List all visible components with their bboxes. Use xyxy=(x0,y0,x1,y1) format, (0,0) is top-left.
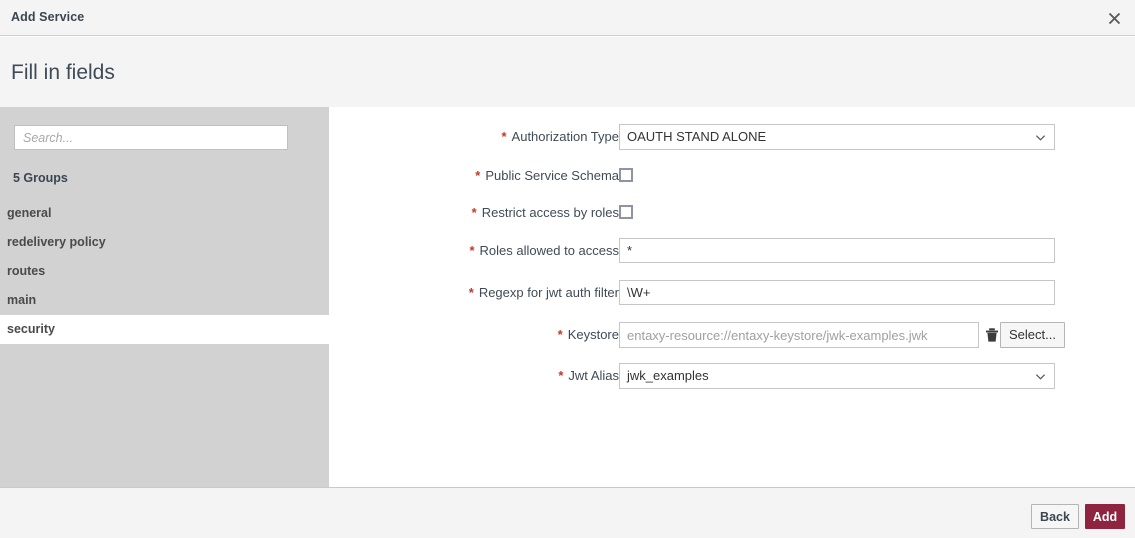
sidebar-item-redelivery-policy[interactable]: redelivery policy xyxy=(0,228,329,257)
form-row-keystore: * Keystore Select... xyxy=(329,322,1135,352)
required-marker: * xyxy=(475,168,480,183)
label-roles-allowed-to-access: * Roles allowed to access xyxy=(469,238,619,264)
form-row-authorization-type: * Authorization Type OAUTH STAND ALONE xyxy=(329,124,1135,154)
control-public-service-schema xyxy=(619,163,633,182)
form-row-roles-allowed-to-access: * Roles allowed to access xyxy=(329,238,1135,268)
label-regexp-for-jwt-auth-filter: * Regexp for jwt auth filter xyxy=(469,280,619,306)
restrict-access-by-roles-checkbox[interactable] xyxy=(619,205,633,219)
window-title: Add Service xyxy=(11,10,84,24)
label-keystore: * Keystore xyxy=(558,322,619,348)
sidebar-item-label: redelivery policy xyxy=(7,235,106,249)
control-roles-allowed-to-access xyxy=(619,238,1055,263)
required-marker: * xyxy=(472,205,477,220)
keystore-input[interactable] xyxy=(619,322,979,348)
trash-icon[interactable] xyxy=(983,326,1001,344)
label-authorization-type: * Authorization Type xyxy=(501,124,619,150)
add-button[interactable]: Add xyxy=(1085,504,1125,529)
label-text: Regexp for jwt auth filter xyxy=(479,285,619,300)
control-keystore: Select... xyxy=(619,322,1055,348)
window-titlebar: Add Service xyxy=(0,0,1135,36)
form-row-public-service-schema: * Public Service Schema xyxy=(329,163,1135,193)
required-marker: * xyxy=(469,243,474,258)
dialog-body: 5 Groups general redelivery policy route… xyxy=(0,107,1135,487)
label-text: Authorization Type xyxy=(512,129,619,144)
chevron-down-icon xyxy=(1035,371,1046,382)
sidebar-item-label: main xyxy=(7,293,36,307)
sidebar-item-label: routes xyxy=(7,264,45,278)
group-list: general redelivery policy routes main se… xyxy=(0,199,329,344)
label-public-service-schema: * Public Service Schema xyxy=(475,163,619,189)
label-text: Public Service Schema xyxy=(485,168,619,183)
label-jwt-alias: * Jwt Alias xyxy=(558,363,619,389)
jwt-alias-value: jwk_examples xyxy=(627,364,709,388)
control-restrict-access-by-roles xyxy=(619,200,633,219)
authorization-type-select[interactable]: OAUTH STAND ALONE xyxy=(619,124,1055,150)
form-row-regexp-for-jwt-auth-filter: * Regexp for jwt auth filter xyxy=(329,280,1135,310)
control-authorization-type: OAUTH STAND ALONE xyxy=(619,124,1055,150)
form-row-restrict-access-by-roles: * Restrict access by roles xyxy=(329,200,1135,230)
sidebar-item-security[interactable]: security xyxy=(0,315,329,344)
label-text: Jwt Alias xyxy=(568,368,619,383)
regexp-for-jwt-auth-filter-input[interactable] xyxy=(619,280,1055,305)
control-regexp-for-jwt-auth-filter xyxy=(619,280,1055,305)
required-marker: * xyxy=(558,368,563,383)
keystore-field-group: Select... xyxy=(619,322,1055,348)
sidebar-item-general[interactable]: general xyxy=(0,199,329,228)
page-subheader: Fill in fields xyxy=(0,37,1135,107)
public-service-schema-checkbox[interactable] xyxy=(619,168,633,182)
groups-sidebar: 5 Groups general redelivery policy route… xyxy=(0,107,329,487)
sidebar-item-label: general xyxy=(7,206,51,220)
close-icon[interactable] xyxy=(1101,6,1127,30)
control-jwt-alias: jwk_examples xyxy=(619,363,1055,389)
page-title: Fill in fields xyxy=(11,61,115,85)
jwt-alias-select[interactable]: jwk_examples xyxy=(619,363,1055,389)
back-button[interactable]: Back xyxy=(1031,504,1079,529)
form-row-jwt-alias: * Jwt Alias jwk_examples xyxy=(329,363,1135,393)
required-marker: * xyxy=(501,129,506,144)
search-input[interactable] xyxy=(14,125,288,150)
required-marker: * xyxy=(469,285,474,300)
sidebar-search-section: 5 Groups xyxy=(0,107,329,193)
service-form: * Authorization Type OAUTH STAND ALONE * P… xyxy=(329,107,1135,487)
sidebar-item-main[interactable]: main xyxy=(0,286,329,315)
label-restrict-access-by-roles: * Restrict access by roles xyxy=(472,200,619,226)
label-text: Restrict access by roles xyxy=(482,205,619,220)
chevron-down-icon xyxy=(1035,132,1046,143)
required-marker: * xyxy=(558,327,563,342)
sidebar-item-label: security xyxy=(7,322,55,336)
roles-allowed-to-access-input[interactable] xyxy=(619,238,1055,263)
authorization-type-value: OAUTH STAND ALONE xyxy=(627,125,766,149)
label-text: Roles allowed to access xyxy=(480,243,619,258)
sidebar-item-routes[interactable]: routes xyxy=(0,257,329,286)
label-text: Keystore xyxy=(568,327,619,342)
dialog-footer: Back Add xyxy=(0,487,1135,538)
groups-count-label: 5 Groups xyxy=(13,171,68,185)
keystore-select-button[interactable]: Select... xyxy=(1000,322,1065,348)
